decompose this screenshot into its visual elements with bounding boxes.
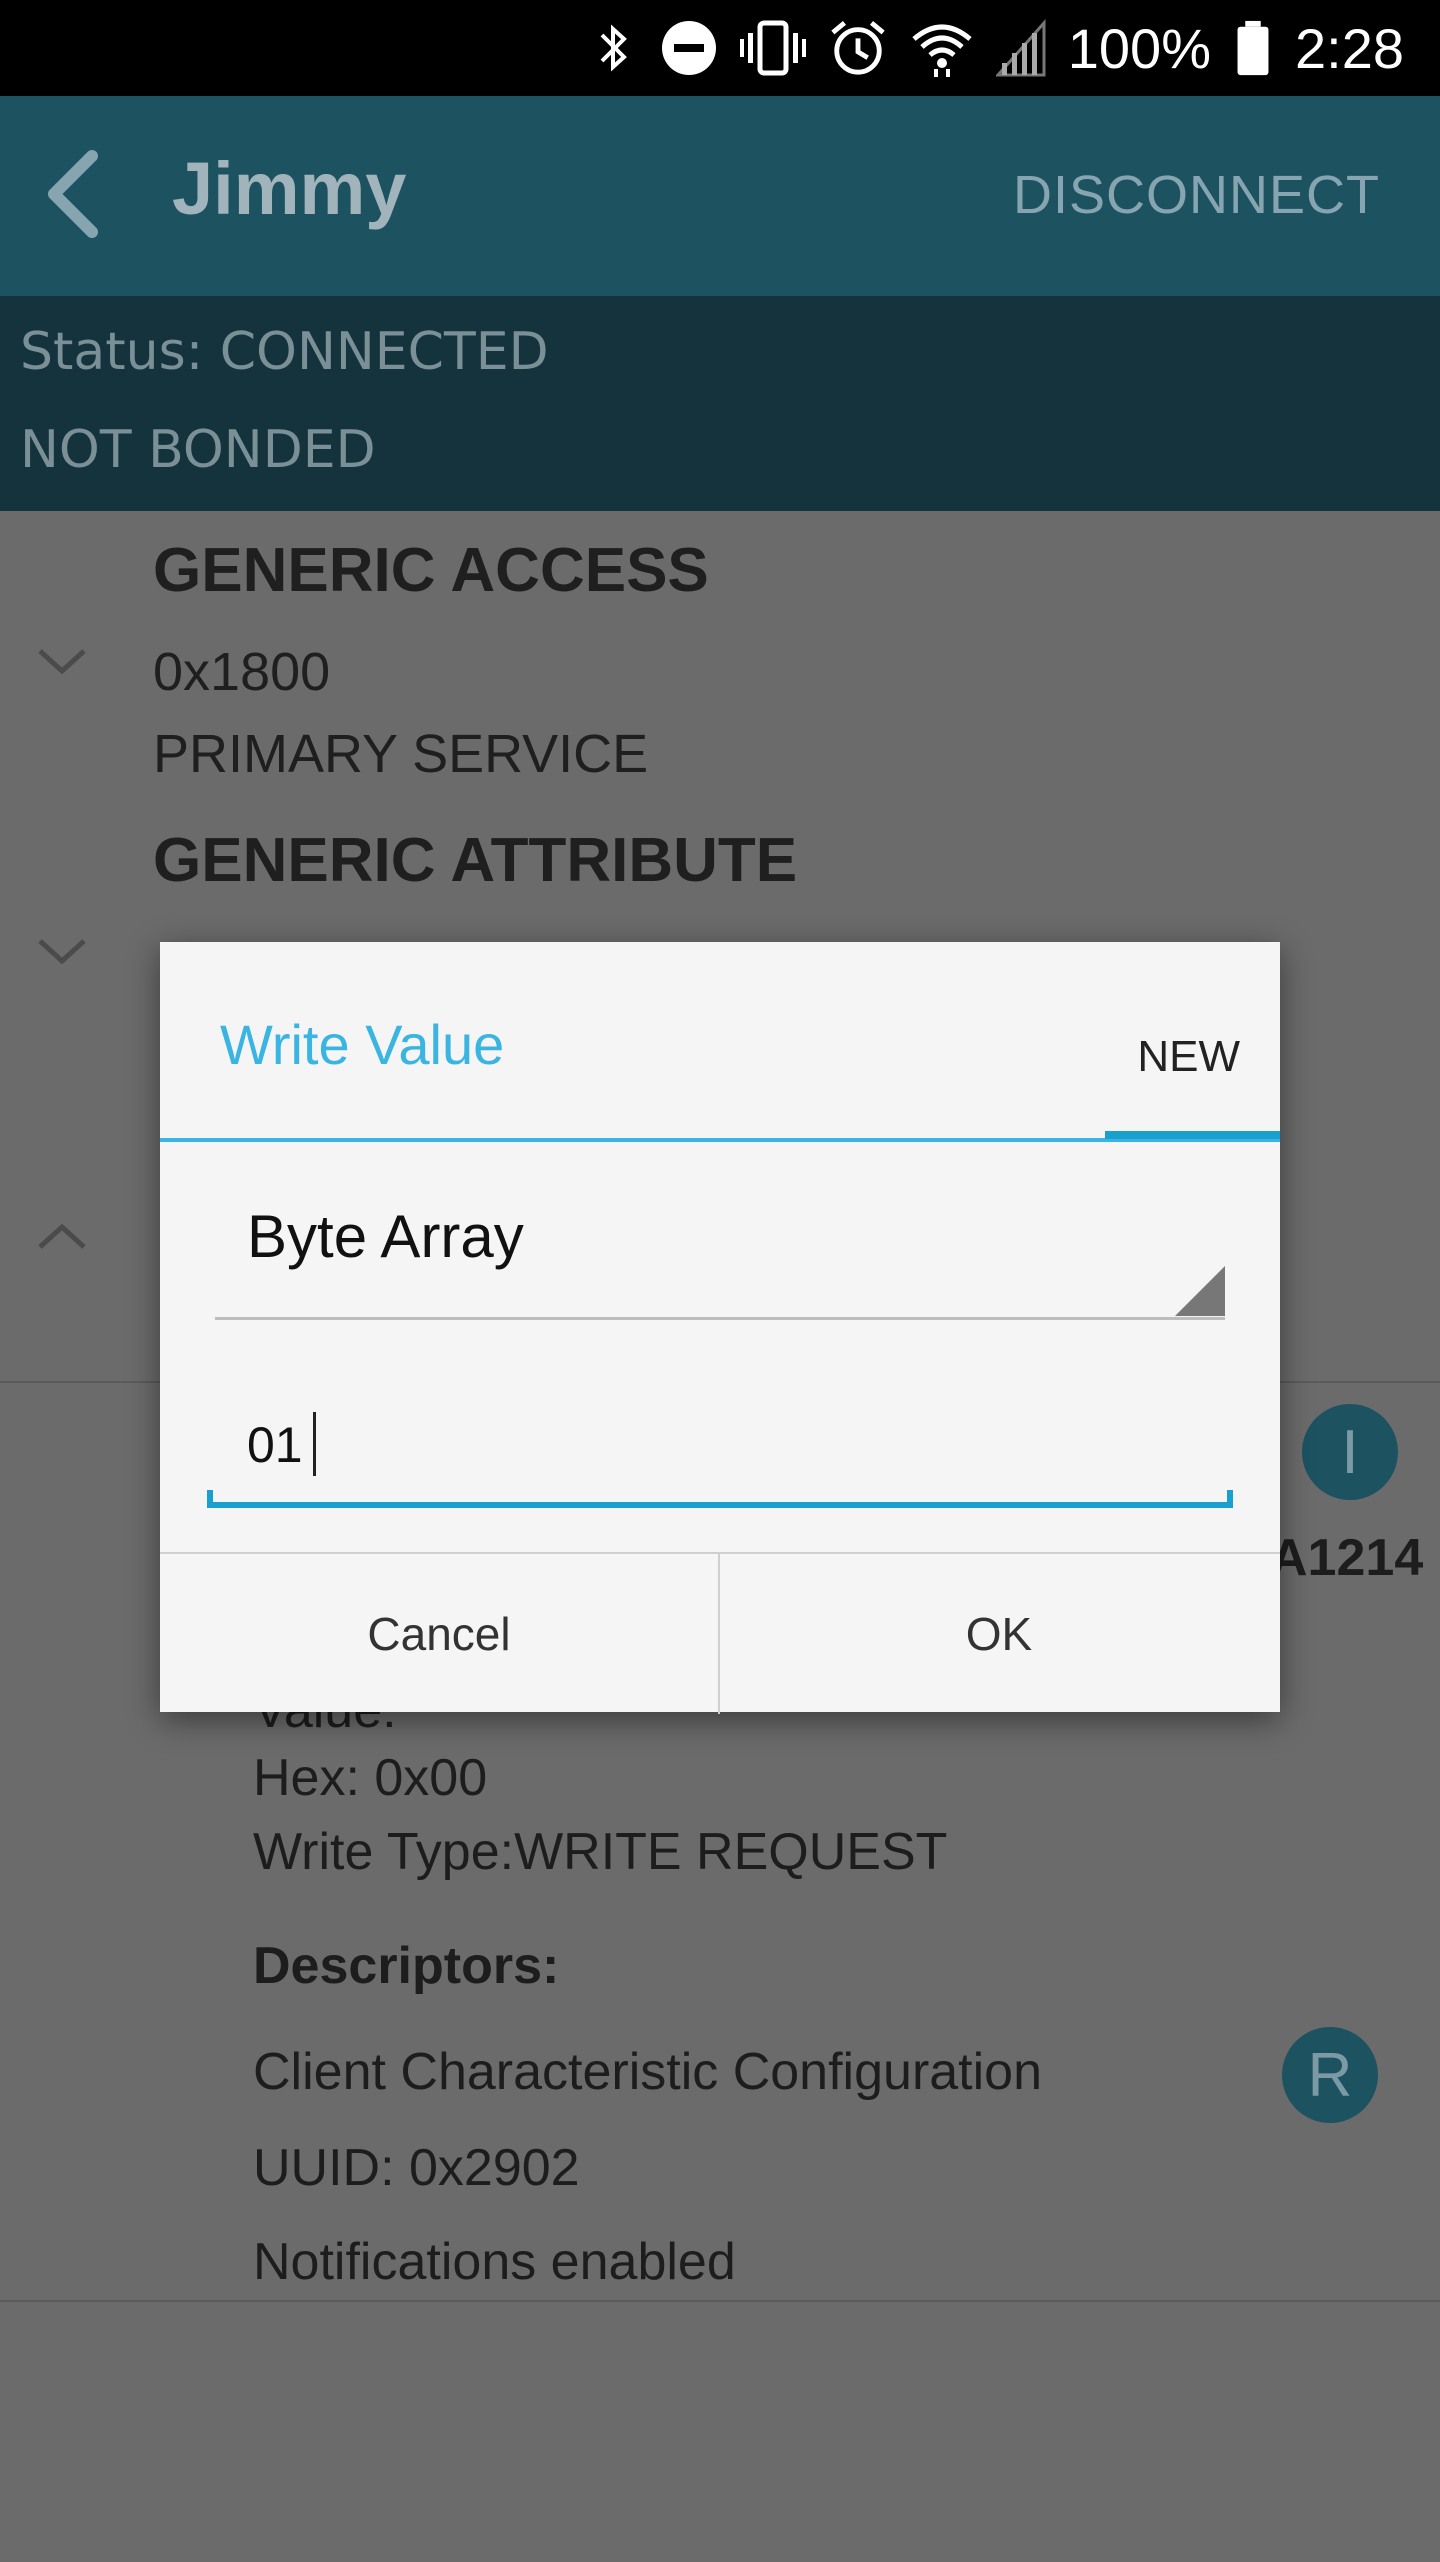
format-dropdown[interactable]: Byte Array [215,1202,1225,1320]
indicate-badge[interactable]: I [1302,1404,1398,1500]
write-value-dialog: Write Value NEW Byte Array 01 Cancel OK [160,942,1280,1714]
chevron-up-icon[interactable] [36,1221,88,1251]
dropdown-triangle-icon [1175,1266,1225,1316]
descriptor-status: Notifications enabled [253,2233,736,2291]
service-item[interactable]: GENERIC ACCESS 0x1800 PRIMARY SERVICE [0,511,1440,803]
vibrate-icon [739,20,806,76]
dialog-button-bar: Cancel OK [160,1552,1280,1714]
service-title: GENERIC ATTRIBUTE [153,826,798,895]
connection-status-panel: Status: CONNECTED NOT BONDED [0,296,1440,511]
dnd-icon [661,21,716,75]
format-selected-value: Byte Array [247,1203,524,1270]
list-bottom [0,2300,1440,2562]
descriptors-heading: Descriptors: [253,1937,560,1995]
wifi-icon [912,24,972,77]
service-uuid: 0x1800 [153,642,331,702]
write-type: Write Type:WRITE REQUEST [253,1823,948,1881]
bond-status: NOT BONDED [20,420,376,480]
hex-value: Hex: 0x00 [253,1749,488,1807]
chevron-down-icon[interactable] [36,937,88,967]
chevron-down-icon[interactable] [36,647,88,677]
characteristic-uuid-fragment: A1214 [1270,1529,1424,1587]
app-bar: Jimmy DISCONNECT [0,96,1440,296]
dropdown-underline [215,1317,1225,1320]
ok-button[interactable]: OK [720,1554,1278,1714]
alarm-icon [831,21,885,75]
connection-status: Status: CONNECTED [20,322,549,382]
value-input-text: 01 [247,1417,303,1473]
cancel-button[interactable]: Cancel [160,1554,720,1714]
status-bar: 100% 2:28 [0,0,1440,96]
back-arrow-icon[interactable] [30,132,140,252]
service-title: GENERIC ACCESS [153,536,709,605]
read-badge[interactable]: R [1282,2027,1378,2123]
input-edge-right [1227,1490,1233,1508]
disconnect-button[interactable]: DISCONNECT [1013,164,1380,226]
descriptor-uuid: UUID: 0x2902 [253,2139,580,2197]
text-cursor [313,1412,316,1476]
tab-new[interactable]: NEW [1137,1032,1240,1082]
service-type: PRIMARY SERVICE [153,724,649,784]
tab-indicator [1105,1131,1280,1139]
page-title: Jimmy [172,147,407,230]
value-input[interactable]: 01 [207,1412,1233,1508]
clock: 2:28 [1295,16,1404,80]
signal-icon [995,19,1046,77]
battery-percent: 100% [1067,16,1211,80]
bluetooth-icon [600,24,627,72]
descriptor-name: Client Characteristic Configuration [253,2043,1043,2101]
battery-icon [1237,20,1269,76]
dialog-title: Write Value [220,1013,505,1076]
input-edge-left [207,1490,213,1508]
